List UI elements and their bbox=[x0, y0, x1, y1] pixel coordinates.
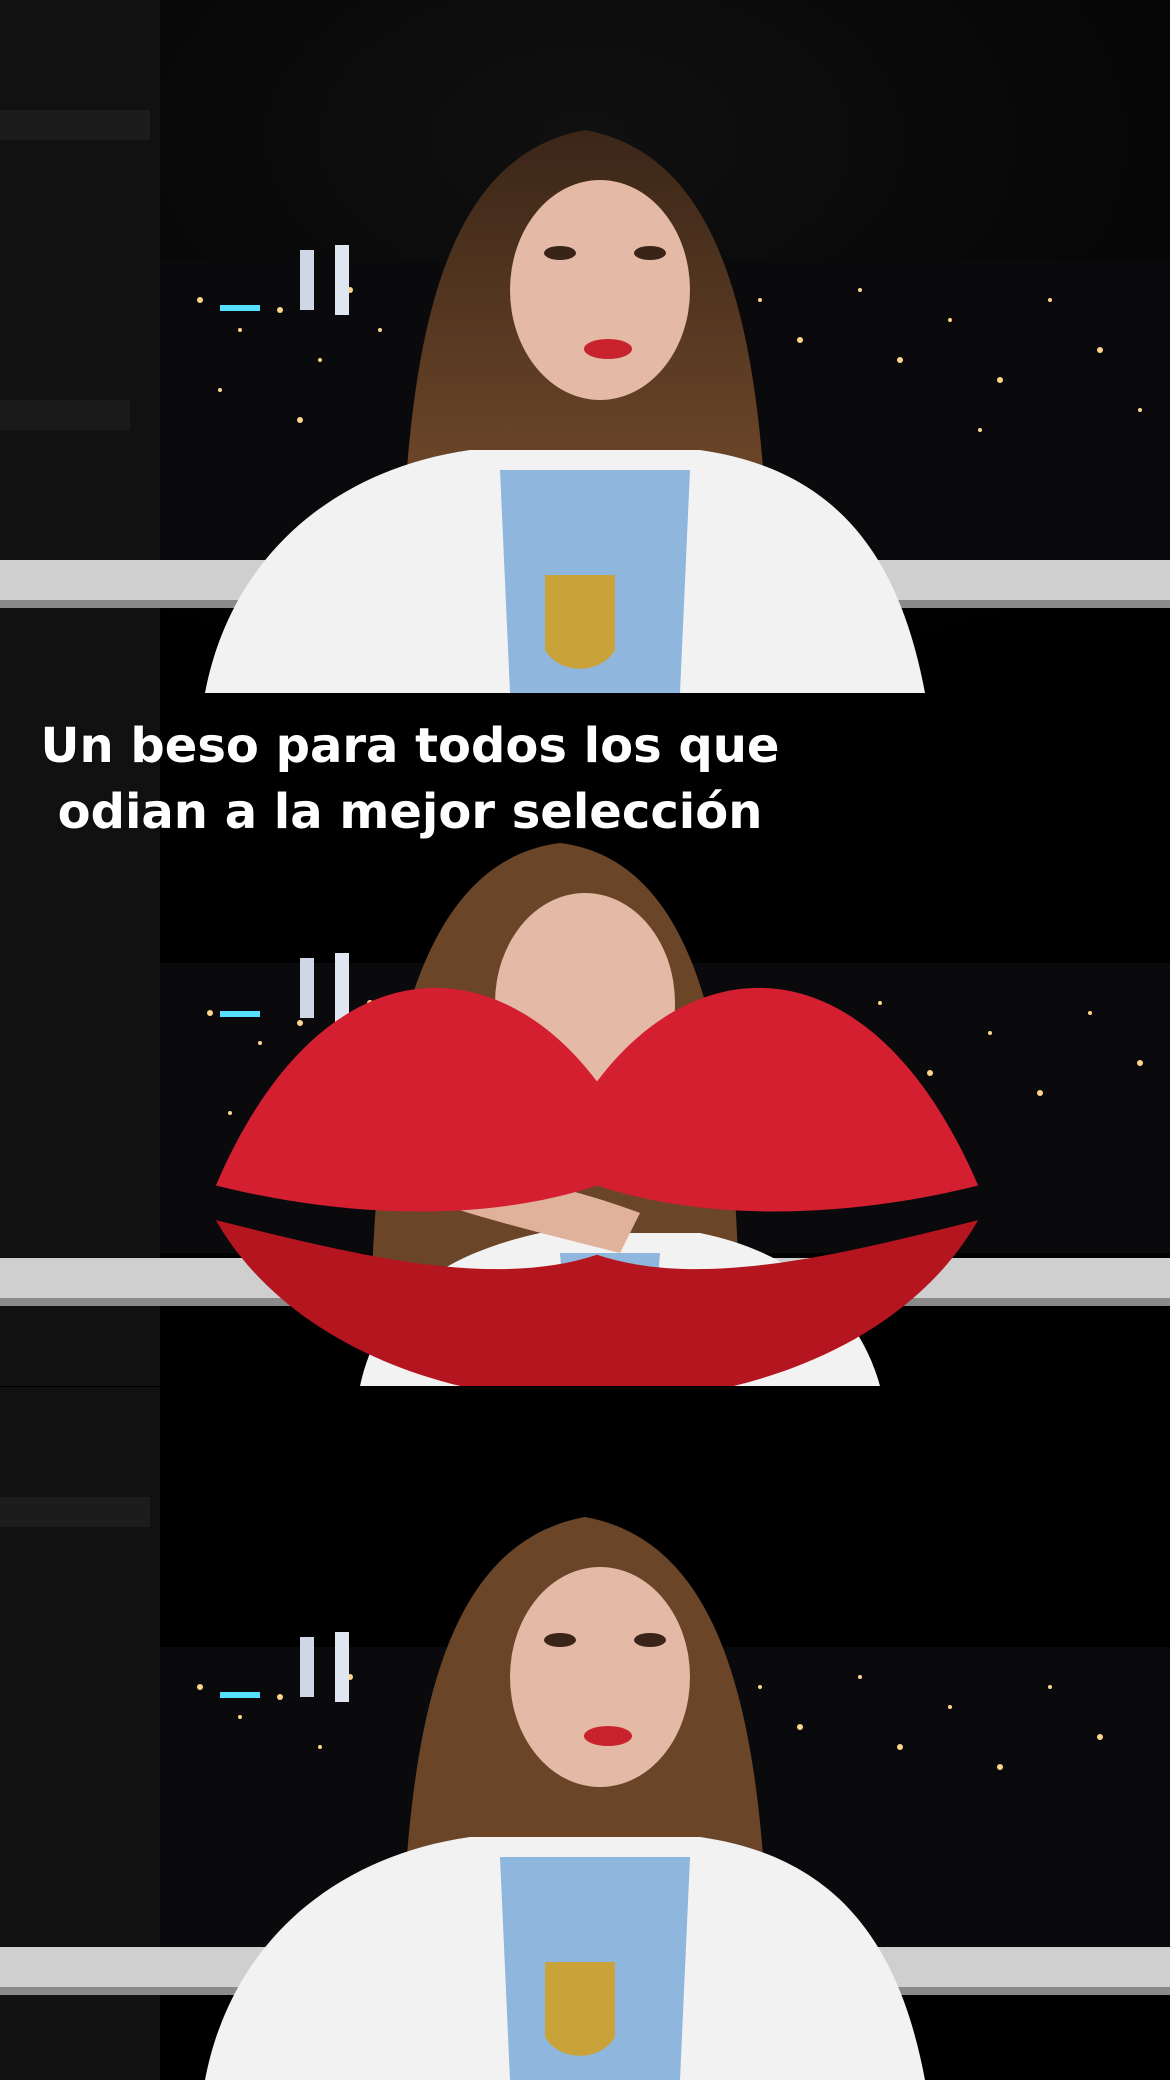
kiss-mark-icon bbox=[215, 987, 979, 1386]
caption-line-2: odian a la mejor selección bbox=[57, 784, 763, 840]
caption-overlay: Un beso para todos los que odian a la me… bbox=[0, 713, 979, 1386]
frame-scene bbox=[0, 1387, 1170, 2080]
video-frame-bottom bbox=[0, 1387, 1170, 2080]
video-frame-top bbox=[0, 0, 1170, 693]
frame-scene bbox=[0, 0, 1170, 693]
video-frame-middle: Un beso para todos los que odian a la me… bbox=[0, 693, 1170, 1386]
caption-line-1: Un beso para todos los que bbox=[40, 718, 780, 774]
